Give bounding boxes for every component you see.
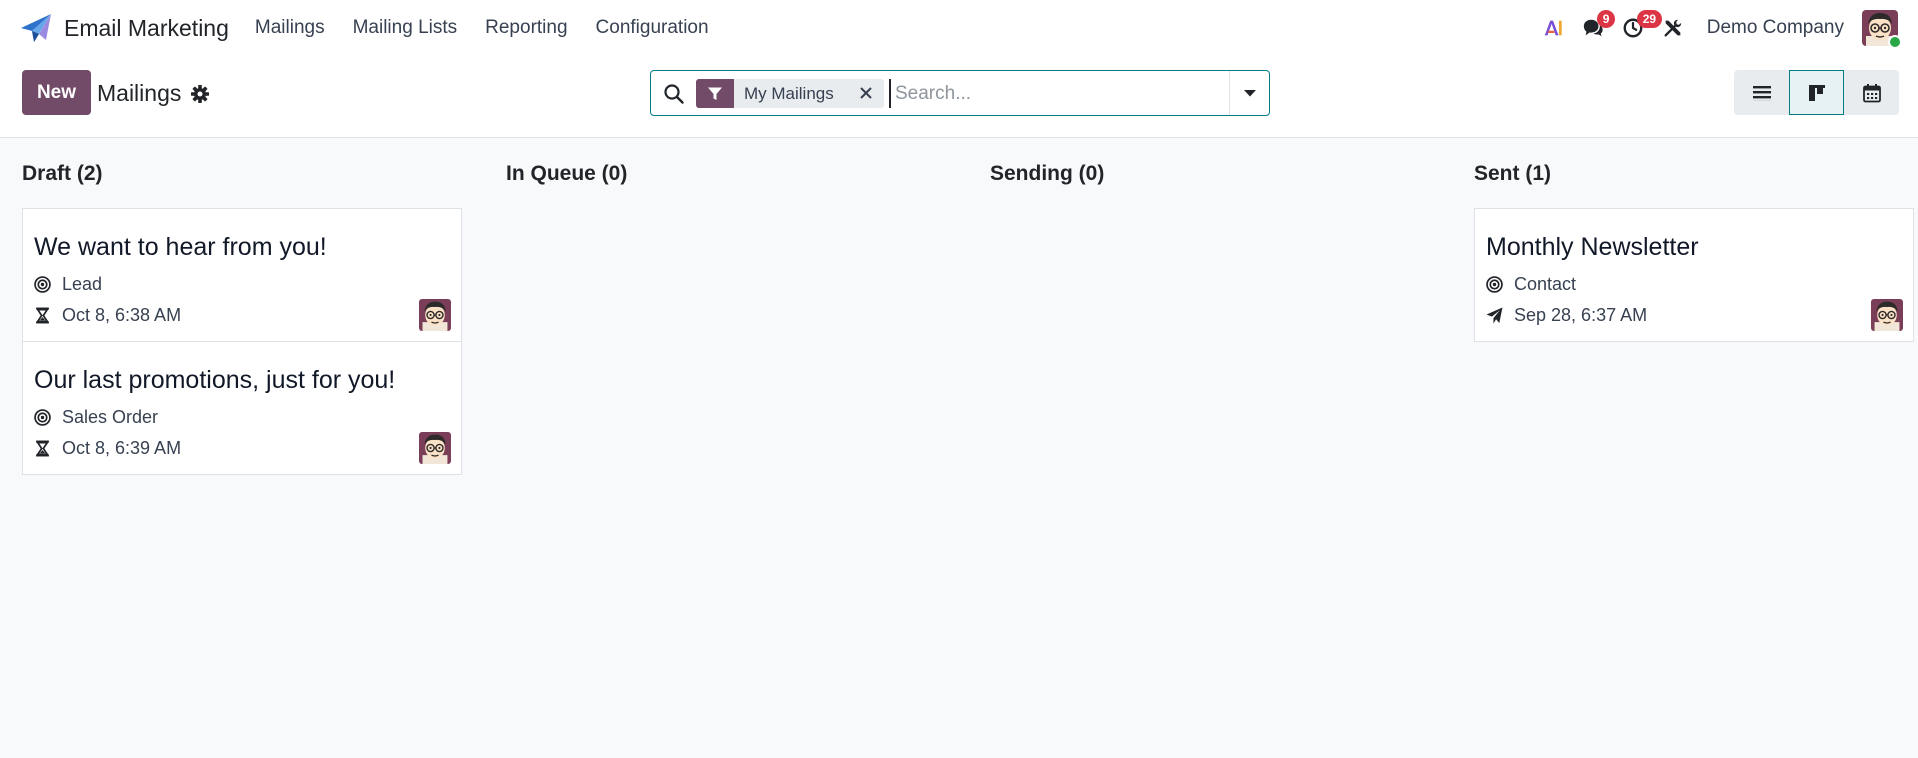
app-name: Email Marketing — [64, 14, 229, 41]
target-icon — [34, 276, 51, 293]
list-view-button[interactable] — [1734, 70, 1789, 115]
card-target: Lead — [62, 274, 103, 294]
card-date-row: Oct 8, 6:39 AM — [34, 438, 181, 459]
card-target-row: Contact — [1486, 274, 1576, 295]
paper-plane-logo-icon — [21, 14, 51, 42]
filter-icon — [708, 87, 722, 100]
facet-label: My Mailings — [744, 83, 834, 103]
card-avatar — [419, 432, 451, 464]
kanban-card[interactable]: Our last promotions, just for you! Sales… — [22, 341, 462, 475]
caret-down-icon — [1243, 90, 1256, 97]
column-title[interactable]: Sending (0) — [990, 162, 1104, 186]
ai-icon — [1544, 20, 1562, 36]
card-target-row: Lead — [34, 274, 102, 295]
column-title[interactable]: Sent (1) — [1474, 162, 1551, 186]
user-avatar[interactable] — [1862, 10, 1902, 49]
card-title: Our last promotions, just for you! — [34, 366, 396, 394]
facet-filter-badge — [696, 79, 734, 108]
kanban-board: Draft (2) We want to hear from you! Lead… — [0, 138, 1918, 758]
view-switcher — [1734, 70, 1899, 115]
company-switcher[interactable]: Demo Company — [1707, 17, 1844, 39]
card-date: Oct 8, 6:38 AM — [62, 305, 182, 325]
menu-item-configuration[interactable]: Configuration — [582, 0, 723, 56]
search-facet: My Mailings — [696, 79, 884, 108]
card-title: We want to hear from you! — [34, 233, 327, 261]
hourglass-icon — [34, 307, 51, 324]
search-icon[interactable] — [663, 83, 685, 105]
card-date-row: Sep 28, 6:37 AM — [1486, 305, 1647, 326]
kanban-card[interactable]: Monthly Newsletter Contact Sep 28, 6:37 … — [1474, 208, 1914, 342]
new-button[interactable]: New — [22, 70, 91, 115]
control-panel: New Mailings My Mailings Search... — [0, 56, 1918, 138]
messages-button[interactable]: 9 — [1573, 0, 1616, 56]
app-brand[interactable]: Email Marketing — [20, 0, 229, 56]
page-title: Mailings — [97, 80, 182, 106]
avatar-image — [1871, 299, 1903, 331]
target-icon — [1486, 276, 1503, 293]
top-navbar: Email Marketing Mailings Mailing Lists R… — [0, 0, 1918, 56]
menu-item-mailings[interactable]: Mailings — [241, 0, 339, 56]
menu-item-reporting[interactable]: Reporting — [471, 0, 581, 56]
card-date-row: Oct 8, 6:38 AM — [34, 305, 181, 326]
list-icon — [1752, 85, 1771, 100]
kanban-card[interactable]: We want to hear from you! Lead Oct 8, 6:… — [22, 208, 462, 342]
activities-button[interactable]: 29 — [1613, 0, 1663, 56]
main-menu: Mailings Mailing Lists Reporting Configu… — [241, 0, 723, 56]
search-input[interactable] — [889, 79, 1219, 108]
avatar-image — [419, 432, 451, 464]
card-avatar — [419, 299, 451, 331]
hourglass-icon — [34, 440, 51, 457]
card-target: Sales Order — [62, 407, 159, 427]
column-title[interactable]: Draft (2) — [22, 162, 103, 186]
calendar-icon — [1862, 83, 1881, 102]
systray: 9 29 Demo Company — [1533, 0, 1902, 56]
target-icon — [34, 409, 51, 426]
calendar-view-button[interactable] — [1844, 70, 1899, 115]
column-title[interactable]: In Queue (0) — [506, 162, 627, 186]
card-date: Sep 28, 6:37 AM — [1514, 305, 1648, 325]
kanban-view-button[interactable] — [1789, 70, 1844, 115]
kanban-icon — [1808, 84, 1825, 101]
paper-plane-icon — [1486, 307, 1503, 324]
close-icon[interactable] — [858, 85, 874, 101]
online-status-indicator — [1888, 35, 1902, 49]
card-avatar — [1871, 299, 1903, 331]
menu-item-mailing-lists[interactable]: Mailing Lists — [339, 0, 472, 56]
avatar-image — [419, 299, 451, 331]
search-options-toggle[interactable] — [1229, 71, 1269, 115]
debug-tools-button[interactable] — [1653, 0, 1693, 56]
card-target: Contact — [1514, 274, 1577, 294]
gear-icon[interactable] — [190, 84, 210, 104]
search-bar: My Mailings — [650, 70, 1270, 116]
tools-icon — [1664, 19, 1681, 37]
card-title: Monthly Newsletter — [1486, 233, 1699, 261]
card-target-row: Sales Order — [34, 407, 158, 428]
ai-button[interactable] — [1533, 0, 1573, 56]
card-date: Oct 8, 6:39 AM — [62, 438, 182, 458]
